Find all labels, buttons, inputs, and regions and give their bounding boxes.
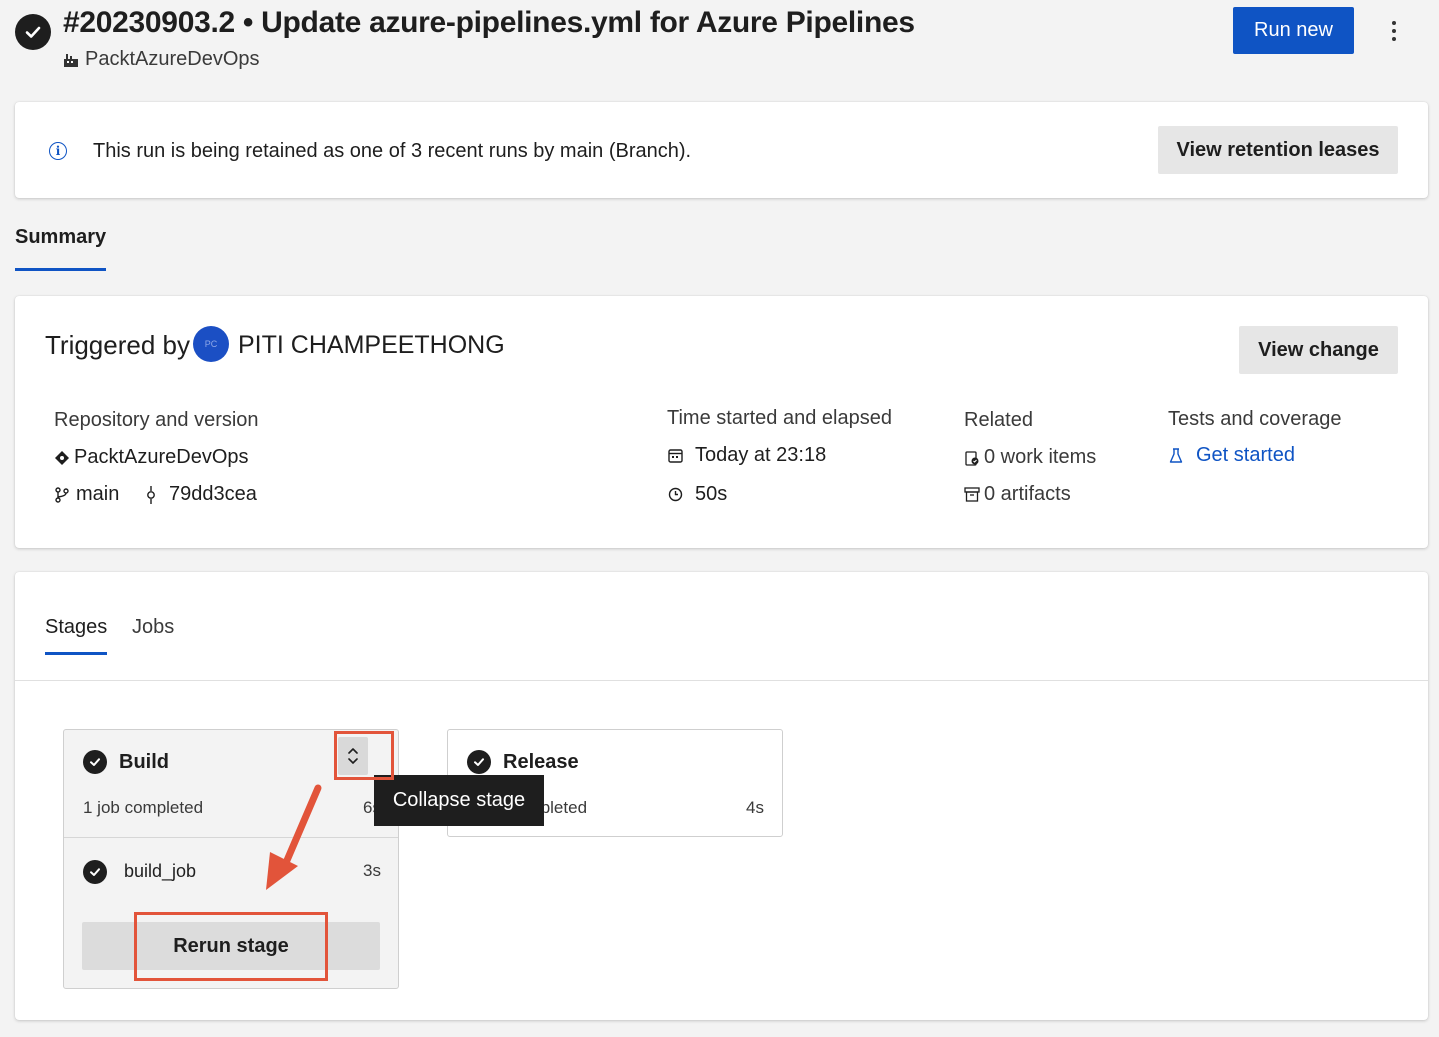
commit-link[interactable]: 79dd3cea xyxy=(143,483,257,506)
tooltip-text: Collapse stage xyxy=(392,789,526,811)
summary-card: Triggered by PC PITI CHAMPEETHONG View c… xyxy=(15,296,1428,548)
project-name: PacktAzureDevOps xyxy=(85,48,260,70)
time-elapsed: 50s xyxy=(667,483,727,506)
time-elapsed-value: 50s xyxy=(695,483,728,505)
repo-diamond-icon xyxy=(54,450,70,466)
tab-jobs[interactable]: Jobs xyxy=(132,616,174,639)
avatar[interactable]: PC xyxy=(193,326,229,362)
tests-link-text: Get started xyxy=(1196,444,1295,466)
annotation-highlight-collapse xyxy=(334,731,394,780)
view-retention-leases-button[interactable]: View retention leases xyxy=(1158,126,1398,174)
artifact-box-icon xyxy=(964,487,980,503)
work-item-icon xyxy=(964,450,980,466)
release-success-icon xyxy=(467,750,491,774)
annotation-arrow xyxy=(266,784,322,890)
release-stage-duration: 4s xyxy=(746,798,764,817)
branch-name: main xyxy=(76,483,120,505)
trigger-user-name[interactable]: PITI CHAMPEETHONG xyxy=(238,331,505,360)
work-items-link[interactable]: 0 work items xyxy=(964,446,1096,469)
calendar-icon xyxy=(667,448,683,464)
build-job-name[interactable]: build_job xyxy=(124,861,196,882)
build-job-success-icon xyxy=(83,860,107,884)
work-items-value: 0 work items xyxy=(984,446,1097,468)
tab-stages[interactable]: Stages xyxy=(45,616,107,639)
collapse-stage-tooltip: Collapse stage xyxy=(374,775,544,826)
tab-summary[interactable]: Summary xyxy=(15,226,106,249)
tests-label: Tests and coverage xyxy=(1168,408,1342,430)
build-success-icon xyxy=(83,750,107,774)
release-stage-name: Release xyxy=(503,751,579,773)
repo-label: Repository and version xyxy=(54,409,259,431)
build-stage-status: 1 job completed xyxy=(83,798,204,817)
tab-stages-underline xyxy=(45,652,107,655)
tabs-divider xyxy=(15,680,1428,681)
repo-name: PacktAzureDevOps xyxy=(74,446,249,468)
run-new-button[interactable]: Run new xyxy=(1233,7,1354,54)
annotation-highlight-rerun xyxy=(134,912,328,981)
time-started: Today at 23:18 xyxy=(667,444,826,467)
project-breadcrumb[interactable]: PacktAzureDevOps xyxy=(63,48,260,71)
more-vertical-icon[interactable] xyxy=(1384,18,1404,44)
time-started-value: Today at 23:18 xyxy=(695,444,827,466)
retention-message: This run is being retained as one of 3 r… xyxy=(93,140,692,162)
build-job-duration: 3s xyxy=(363,861,381,880)
branch-icon xyxy=(54,486,70,503)
tab-summary-label: Summary xyxy=(15,226,107,248)
artifacts-value: 0 artifacts xyxy=(984,483,1071,505)
info-icon: i xyxy=(49,142,67,160)
related-label: Related xyxy=(964,409,1033,431)
page-title: #20230903.2 • Update azure-pipelines.yml… xyxy=(63,6,915,39)
build-stage-name: Build xyxy=(119,751,169,773)
pipeline-icon xyxy=(63,52,79,68)
run-success-icon xyxy=(15,14,51,50)
view-change-button[interactable]: View change xyxy=(1239,326,1398,374)
flask-icon xyxy=(1168,447,1184,464)
commit-icon xyxy=(143,485,159,504)
artifacts-link[interactable]: 0 artifacts xyxy=(964,483,1071,506)
repo-link[interactable]: PacktAzureDevOps xyxy=(54,446,249,469)
tests-get-started-link[interactable]: Get started xyxy=(1168,444,1295,467)
triggered-by-label: Triggered by xyxy=(45,330,190,360)
time-label: Time started and elapsed xyxy=(667,407,892,429)
commit-id: 79dd3cea xyxy=(169,483,257,505)
branch-link[interactable]: main xyxy=(54,483,119,506)
clock-icon xyxy=(667,487,683,503)
retention-banner: i This run is being retained as one of 3… xyxy=(15,102,1428,198)
build-stage-divider xyxy=(64,837,398,838)
tab-summary-underline xyxy=(15,268,106,271)
